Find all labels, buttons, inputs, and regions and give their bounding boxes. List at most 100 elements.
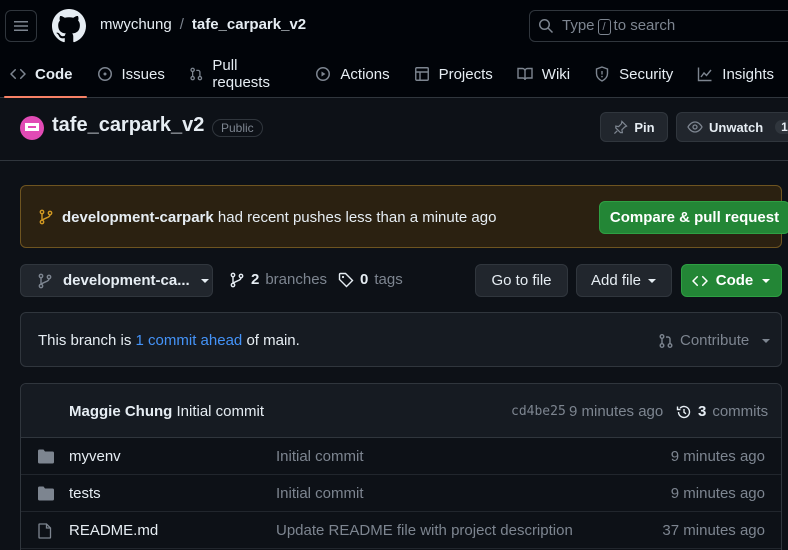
watch-count: 1 [775, 120, 788, 134]
latest-commit-summary: Maggie Chung Initial commit [69, 403, 264, 420]
shield-icon [595, 66, 609, 82]
graph-icon [698, 67, 712, 82]
search-input[interactable]: Type / to search [529, 10, 788, 42]
recent-push-text: had recent pushes less than a minute ago [217, 209, 497, 226]
menu-button[interactable] [5, 10, 37, 42]
breadcrumb-owner[interactable]: mwychung [100, 16, 172, 33]
comparison-prefix: This branch is [38, 332, 132, 349]
search-shortcut-key: / [597, 19, 611, 35]
tag-icon [338, 272, 354, 287]
go-to-file-button[interactable]: Go to file [475, 264, 568, 297]
code-button-label: Code [715, 272, 754, 289]
breadcrumb-repo[interactable]: tafe_carpark_v2 [192, 16, 306, 33]
branches-label: branches [265, 271, 328, 288]
play-icon [316, 67, 331, 81]
tab-label: Issues [121, 65, 165, 83]
tab-label: Pull requests [212, 57, 270, 91]
tags-label: tags [374, 271, 403, 288]
pin-button[interactable]: Pin [600, 112, 668, 142]
tags-count: 0 [360, 271, 369, 288]
contribute-dropdown[interactable]: Contribute [658, 332, 771, 349]
global-header: mwychung / tafe_carpark_v2 Type / to searc… [0, 0, 788, 98]
file-icon [38, 523, 52, 539]
tab-label: Wiki [541, 65, 571, 83]
tab-insights[interactable]: Insights [687, 56, 784, 92]
branch-icon [38, 273, 52, 288]
avatar[interactable] [20, 116, 44, 140]
commit-message[interactable]: Initial commit [177, 403, 265, 420]
issue-icon [97, 67, 112, 81]
tab-actions[interactable]: Actions [305, 56, 399, 92]
hamburger-icon [14, 21, 28, 31]
file-table: Maggie Chung Initial commit cd4be25 9 mi… [20, 383, 782, 550]
repo-title[interactable]: tafe_carpark_v2 [52, 114, 204, 137]
pin-icon [614, 119, 628, 134]
branch-selector-label: development-ca... [63, 272, 190, 289]
file-commit-message[interactable]: Initial commit [276, 485, 364, 502]
caret-down-icon [762, 278, 771, 283]
pin-label: Pin [634, 119, 655, 135]
file-commit-message[interactable]: Update README file with project descript… [276, 522, 573, 539]
commits-history-link[interactable]: 3 commits [676, 403, 768, 420]
tags-link[interactable]: 0 tags [338, 271, 403, 288]
add-file-label: Add file [590, 272, 642, 289]
unwatch-label: Unwatch [709, 119, 764, 135]
search-icon [539, 19, 554, 34]
branches-link[interactable]: 2 branches [229, 271, 327, 288]
repo-tabs: Code Issues Pull requests Actions Projec… [0, 56, 788, 98]
add-file-button[interactable]: Add file [576, 264, 672, 297]
branch-comparison-box: This branch is 1 commit ahead of main. C… [20, 312, 782, 367]
branch-icon [39, 209, 53, 225]
folder-icon [38, 486, 54, 501]
search-placeholder-suffix: to search [613, 17, 676, 34]
file-commit-message[interactable]: Initial commit [276, 448, 364, 465]
recent-push-banner: development-carpark had recent pushes le… [20, 185, 788, 248]
recent-push-message: development-carpark had recent pushes le… [62, 209, 496, 226]
code-icon [692, 275, 708, 286]
caret-down-icon [648, 278, 657, 283]
code-icon [10, 68, 26, 80]
pull-request-icon [659, 333, 673, 348]
caret-down-icon [200, 278, 209, 283]
github-logo-icon[interactable] [52, 9, 86, 43]
branch-selector[interactable]: development-ca... [20, 264, 213, 297]
recent-push-branch[interactable]: development-carpark [62, 209, 214, 226]
pull-request-icon [190, 67, 203, 81]
tab-projects[interactable]: Projects [404, 56, 503, 92]
tab-wiki[interactable]: Wiki [507, 56, 580, 92]
file-commit-time: 9 minutes ago [670, 448, 765, 465]
tab-security[interactable]: Security [584, 56, 683, 92]
branches-count: 2 [251, 271, 260, 288]
tab-label: Code [35, 65, 73, 83]
book-icon [517, 67, 533, 81]
tab-label: Actions [340, 65, 390, 83]
repo-header: tafe_carpark_v2 Public Pin Unwatch 1 [0, 98, 788, 161]
table-row[interactable]: myvenv Initial commit 9 minutes ago [21, 438, 781, 475]
search-placeholder-prefix: Type [562, 17, 595, 34]
file-name[interactable]: myvenv [69, 448, 121, 465]
commit-time: 9 minutes ago [569, 403, 664, 420]
commit-author[interactable]: Maggie Chung [69, 403, 172, 420]
eye-icon [687, 121, 703, 133]
compare-pull-request-button[interactable]: Compare & pull request [599, 201, 788, 234]
contribute-label: Contribute [680, 332, 750, 349]
unwatch-button[interactable]: Unwatch 1 [676, 112, 788, 142]
commits-count: 3 [698, 403, 707, 420]
caret-down-icon [762, 338, 771, 343]
branch-comparison-text: This branch is 1 commit ahead of main. [38, 332, 300, 349]
file-commit-time: 9 minutes ago [670, 485, 765, 502]
commits-ahead-link[interactable]: 1 commit ahead [136, 332, 243, 349]
file-name[interactable]: README.md [69, 522, 158, 539]
comparison-suffix: of main. [246, 332, 300, 349]
commits-label: commits [712, 403, 769, 420]
table-row[interactable]: tests Initial commit 9 minutes ago [21, 475, 781, 512]
table-row[interactable]: README.md Update README file with projec… [21, 512, 781, 549]
visibility-badge: Public [212, 119, 263, 137]
file-name[interactable]: tests [69, 485, 101, 502]
tab-pull-requests[interactable]: Pull requests [179, 56, 302, 92]
tab-code[interactable]: Code [0, 56, 86, 98]
tab-issues[interactable]: Issues [87, 56, 175, 92]
commit-sha[interactable]: cd4be25 [511, 404, 566, 419]
code-dropdown-button[interactable]: Code [681, 264, 782, 297]
tab-label: Security [619, 65, 674, 83]
